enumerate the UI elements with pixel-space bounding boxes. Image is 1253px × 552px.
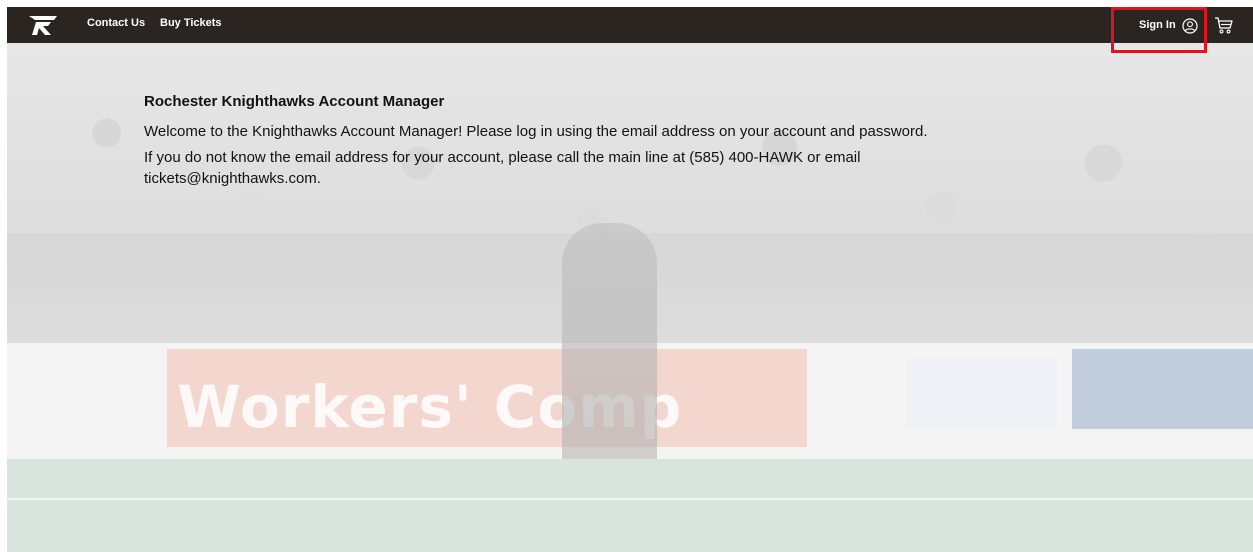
help-text-line-1: If you do not know the email address for… bbox=[144, 149, 861, 166]
knighthawks-logo-icon[interactable] bbox=[27, 13, 59, 37]
help-text-line-2: tickets@knighthawks.com. bbox=[144, 170, 321, 187]
nav-contact-us-link[interactable]: Contact Us bbox=[87, 17, 145, 29]
top-navigation-bar: Contact Us Buy Tickets bbox=[7, 7, 1253, 43]
user-circle-icon bbox=[1182, 18, 1198, 34]
page-title: Rochester Knighthawks Account Manager bbox=[144, 93, 445, 110]
cart-icon[interactable] bbox=[1214, 16, 1234, 35]
sign-in-label: Sign In bbox=[1139, 19, 1176, 31]
welcome-text: Welcome to the Knighthawks Account Manag… bbox=[144, 123, 928, 140]
nav-buy-tickets-link[interactable]: Buy Tickets bbox=[160, 17, 222, 29]
page-frame: Contact Us Buy Tickets Sign In Workers' … bbox=[7, 7, 1253, 552]
account-manager-intro: Rochester Knighthawks Account Manager We… bbox=[144, 93, 1044, 194]
sign-in-button[interactable]: Sign In bbox=[1111, 7, 1207, 53]
